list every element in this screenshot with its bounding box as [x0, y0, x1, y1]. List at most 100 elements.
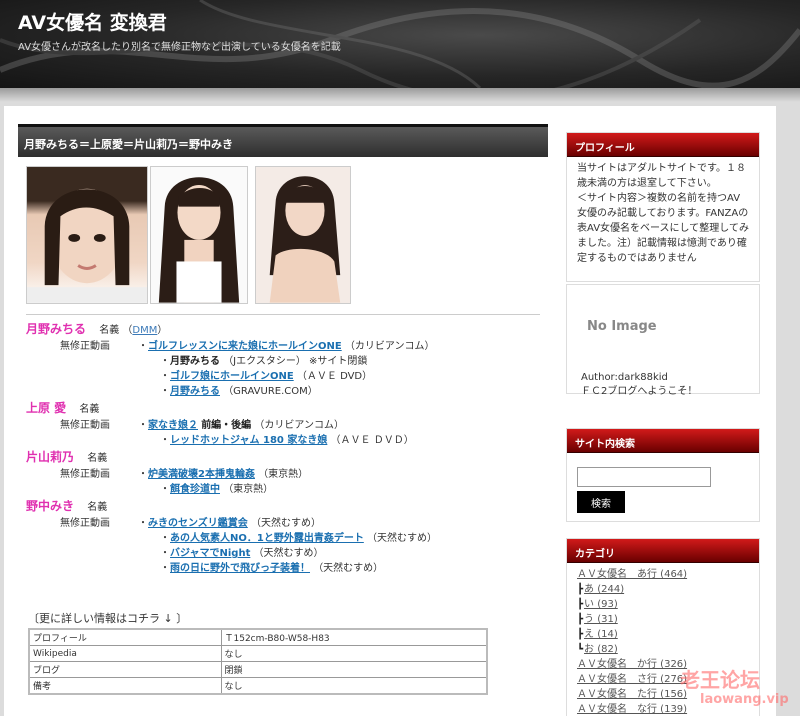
subcategory-link[interactable]: ┣え (14) [577, 627, 749, 642]
portrait-image [27, 188, 147, 303]
video-entry: ・ゴルフ娘にホールインONE （ＡＶＥ DVD） [160, 371, 373, 382]
no-image-placeholder: No Image [587, 319, 657, 334]
actress-photo[interactable] [26, 166, 148, 304]
category-label: 無修正動画 [60, 341, 110, 352]
author-info: Author:dark88kid ＦＣ2ブログへようこそ！ [581, 371, 697, 399]
name-label: 名義 [99, 325, 120, 336]
category-link[interactable]: ＡＶ女優名 あ行 (464) [577, 567, 749, 582]
video-link[interactable]: 家なき娘２ [148, 420, 198, 431]
dmm-link[interactable]: DMM [132, 325, 157, 336]
video-entry: ・炉美満破壊2本挿鬼輪姦 （東京熱） [138, 469, 309, 480]
table-value: 閉鎖 [220, 661, 488, 678]
video-note: （天然むすめ） [251, 518, 321, 529]
list-item: 無修正動画 ・家なき娘２ 前編・後編 （カリビアンコム） [26, 418, 546, 433]
actress-photo[interactable] [150, 166, 248, 304]
video-link[interactable]: ゴルフレッスンに来た娘にホールインONE [148, 341, 342, 352]
site-subtitle: AV女優さんが改名したり別名で無修正物など出演している女優名を記載 [18, 42, 341, 53]
post-title[interactable]: 月野みちる＝上原愛＝片山莉乃＝野中みき [18, 124, 548, 157]
table-row: プロフィール Ｔ152cm-B80-W58-H83 [28, 628, 488, 646]
tree-branch-icon: ┣ [577, 629, 584, 640]
list-item: ・月野みちる （Jエクスタシー） ※サイト閉鎖 [26, 354, 546, 369]
actress-name: 片山莉乃 [26, 450, 75, 464]
table-key: Wikipedia [28, 645, 222, 662]
video-note: （GRAVURE.COM） [223, 386, 318, 397]
author-name: Author:dark88kid [581, 372, 668, 383]
search-button[interactable]: 検索 [577, 491, 625, 513]
table-key: 備考 [28, 677, 222, 695]
video-note: （東京熱） [223, 484, 274, 495]
video-note: （ＡＶＥ ＤＶＤ） [330, 435, 414, 446]
list-item: ・餌食珍道中 （東京熱） [26, 482, 546, 497]
video-note: （カリビアンコム） [344, 341, 435, 352]
video-link[interactable]: あの人気素人NO．1と野外露出青姦デート [170, 533, 364, 544]
subcategory-link[interactable]: ┣う (31) [577, 612, 749, 627]
video-note: （カリビアンコム） [254, 420, 344, 431]
more-info-label: 〔更に詳しい情報はコチラ ↓ 〕 [28, 612, 188, 625]
search-widget: サイト内検索 検索 [566, 428, 760, 522]
actress-name: 上原 愛 [26, 401, 67, 415]
portrait-image [158, 177, 240, 303]
author-box: No Image Author:dark88kid ＦＣ2ブログへようこそ！ [566, 284, 760, 397]
subcategory-label: お (82) [584, 644, 618, 655]
tree-branch-icon: ┣ [577, 614, 584, 625]
video-entry: ・家なき娘２ 前編・後編 （カリビアンコム） [138, 420, 344, 431]
category-label: 無修正動画 [60, 469, 110, 480]
watermark: 老王论坛 [680, 668, 760, 692]
list-item: ・雨の日に野外で飛びっ子装着！ （天然むすめ） [26, 561, 546, 576]
video-link[interactable]: 炉美満破壊2本挿鬼輪姦 [148, 469, 255, 480]
subcategory-link[interactable]: ┣あ (244) [577, 582, 749, 597]
site-title[interactable]: AV女優名 変換君 [18, 8, 167, 35]
subcategory-link[interactable]: ┣い (93) [577, 597, 749, 612]
video-entry: ・ゴルフレッスンに来た娘にホールインONE （カリビアンコム） [138, 341, 435, 352]
actress-header: 野中みき 名義 [26, 499, 546, 516]
name-label: 名義 [79, 404, 100, 415]
actress-photo[interactable] [255, 166, 351, 304]
video-link[interactable]: バジャマでNight [170, 548, 250, 559]
list-item: 無修正動画 ・ゴルフレッスンに来た娘にホールインONE （カリビアンコム） [26, 339, 546, 354]
actress-header: 上原 愛 名義 [26, 401, 546, 418]
list-item: ・ゴルフ娘にホールインONE （ＡＶＥ DVD） [26, 369, 546, 384]
video-entry: ・餌食珍道中 （東京熱） [160, 484, 274, 495]
list-item: ・あの人気素人NO．1と野外露出青姦デート （天然むすめ） [26, 531, 546, 546]
subcategory-label: あ (244) [584, 584, 625, 595]
video-link[interactable]: 月野みちる [170, 386, 220, 397]
video-entry: ・みきのセンズリ鑑賞会 （天然むすめ） [138, 518, 321, 529]
subcategory-label: え (14) [584, 629, 618, 640]
profile-widget: プロフィール 当サイトはアダルトサイトです。１８歳未満の方は退室して下さい。 ＜… [566, 132, 760, 282]
video-part: 前編・後編 [201, 420, 252, 431]
category-label: 無修正動画 [60, 518, 110, 529]
header-shadow [0, 88, 800, 102]
watermark-url: laowang.vip [700, 692, 789, 707]
video-note: （ＡＶＥ DVD） [296, 371, 373, 382]
main-content: 月野みちる＝上原愛＝片山莉乃＝野中みき 月野みちる 名義 （DMM） 無修正動画… [18, 124, 548, 574]
search-widget-title: サイト内検索 [567, 429, 759, 453]
video-entry: ・レッドホットジャム 180 家なき娘 （ＡＶＥ ＤＶＤ） [160, 435, 414, 446]
category-label: 無修正動画 [60, 420, 110, 431]
info-table: プロフィール Ｔ152cm-B80-W58-H83 Wikipedia なし ブログ… [28, 628, 488, 695]
dmm-link-wrapper: （DMM） [122, 325, 168, 336]
tree-branch-icon: ┣ [577, 584, 584, 595]
actress-name: 月野みちる [26, 322, 87, 336]
video-note: （天然むすめ） [313, 563, 384, 574]
video-title: 月野みちる [170, 356, 220, 367]
video-link[interactable]: 雨の日に野外で飛びっ子装着！ [170, 563, 310, 574]
category-widget-title: カテゴリ [567, 539, 759, 563]
portrait-image [269, 176, 341, 303]
list-item: 無修正動画 ・炉美満破壊2本挿鬼輪姦 （東京熱） [26, 467, 546, 482]
table-value: なし [220, 645, 488, 662]
video-link[interactable]: ゴルフ娘にホールインONE [170, 371, 294, 382]
actress-header: 月野みちる 名義 （DMM） [26, 322, 546, 339]
subcategory-link[interactable]: ┗お (82) [577, 642, 749, 657]
video-entry: ・月野みちる （GRAVURE.COM） [160, 386, 318, 397]
video-link[interactable]: みきのセンズリ鑑賞会 [148, 518, 248, 529]
subcategory-label: う (31) [584, 614, 618, 625]
tree-branch-icon: ┗ [577, 644, 584, 655]
video-link[interactable]: 餌食珍道中 [170, 484, 220, 495]
welcome-text: ＦＣ2ブログへようこそ！ [581, 386, 698, 397]
table-key: ブログ [28, 661, 222, 678]
search-input[interactable] [577, 467, 711, 487]
search-form: 検索 [567, 453, 759, 517]
video-link[interactable]: レッドホットジャム 180 家なき娘 [170, 435, 327, 446]
name-label: 名義 [87, 502, 108, 513]
list-item: 無修正動画 ・みきのセンズリ鑑賞会 （天然むすめ） [26, 516, 546, 531]
